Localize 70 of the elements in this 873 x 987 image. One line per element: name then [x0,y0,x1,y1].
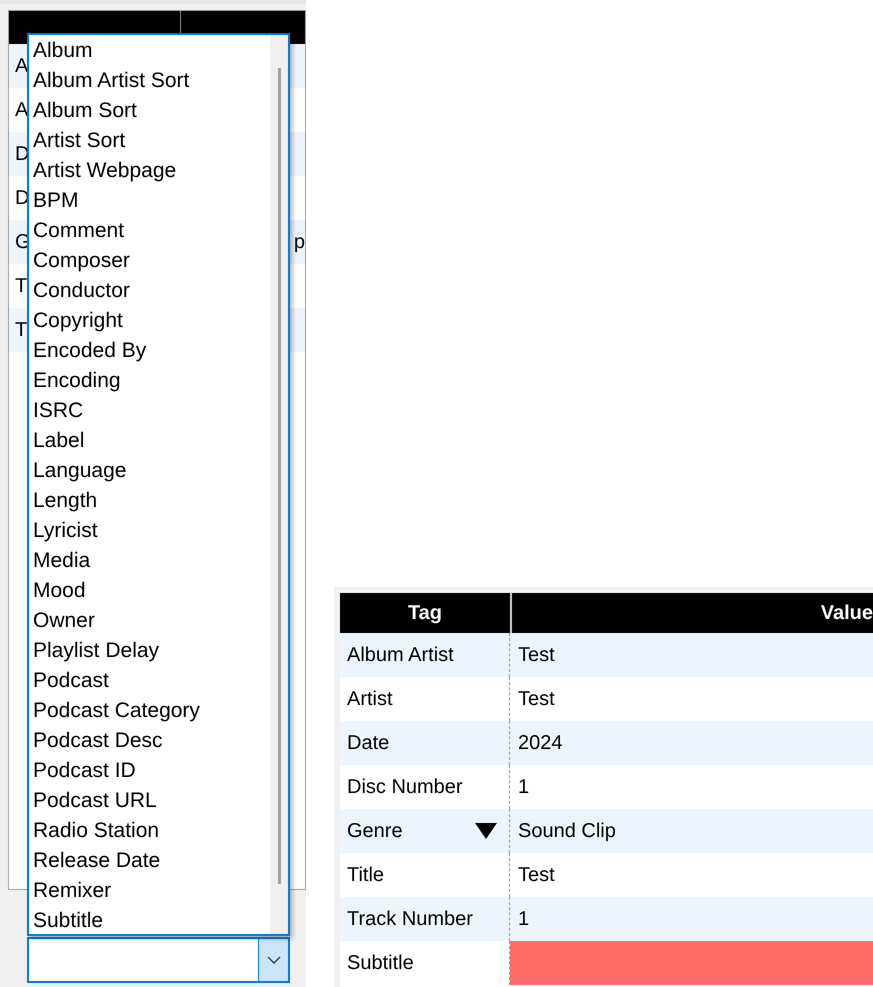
dropdown-option[interactable]: Playlist Delay [29,636,270,666]
dropdown-option[interactable]: ISRC [29,396,270,426]
dropdown-option[interactable]: Composer [29,246,270,276]
value-cell[interactable]: Test [510,677,873,721]
table-cell-text: A [14,54,29,79]
value-cell[interactable]: Sound Clip [510,809,873,853]
dropdown-option[interactable]: Podcast [29,666,270,696]
column-header: Value [820,601,873,626]
dropdown-option[interactable]: Radio Station [29,816,270,846]
table-cell-text: p [294,230,305,255]
table-cell-text: Album Artist [347,643,454,668]
value-cell[interactable]: 1 [510,765,873,809]
value-cell[interactable]: Test [510,853,873,897]
table-cell-text: Test [518,643,555,668]
dropdown-option[interactable]: Conductor [29,276,270,306]
dropdown-option[interactable]: Artist Webpage [29,156,270,186]
dropdown-option[interactable]: Mood [29,576,270,606]
dropdown-option[interactable]: Copyright [29,306,270,336]
dropdown-option[interactable]: Podcast ID [29,756,270,786]
dropdown-option[interactable]: Podcast URL [29,786,270,816]
table-cell-text: Track Number [347,907,473,932]
chevron-down-icon [266,956,280,964]
dropdown-option[interactable]: Album Sort [29,96,270,126]
table-cell-text: Subtitle [347,951,414,976]
table-cell-text: T [14,318,28,343]
tag-combobox[interactable] [27,937,290,983]
table-cell-text: Disc Number [347,775,463,800]
dropdown-option[interactable]: Encoding [29,366,270,396]
dropdown-option[interactable]: Encoded By [29,336,270,366]
dropdown-option[interactable]: Release Date [29,846,270,876]
table-cell-text: Sound Clip [518,819,616,844]
dropdown-triangle-icon[interactable] [475,823,497,839]
scrollbar-thumb[interactable] [278,68,280,884]
table-cell-text: Date [347,731,390,756]
table-cell-text: T [14,274,28,299]
dropdown-option[interactable]: Label [29,426,270,456]
dropdown-option[interactable]: Artist Sort [29,126,270,156]
table-cell-text: Artist [347,687,393,712]
table-cell-text: Title [347,863,384,888]
dropdown-option[interactable]: Length [29,486,270,516]
dropdown-option[interactable]: Remixer [29,876,270,906]
dropdown-option[interactable]: Podcast Desc [29,726,270,756]
table-row[interactable]: Track Number 1 [340,897,873,941]
value-cell[interactable]: Test [510,633,873,677]
value-cell[interactable]: 1 [510,897,873,941]
table-cell-text: 1 [518,907,530,932]
combobox-button[interactable] [258,939,288,981]
dropdown-option[interactable]: BPM [29,186,270,216]
dropdown-option[interactable]: Owner [29,606,270,636]
dropdown-option[interactable]: Lyricist [29,516,270,546]
column-header: Tag [406,601,444,626]
table-cell-text: 2024 [518,731,562,756]
value-cell[interactable]: 2024 [510,721,873,765]
dropdown-option[interactable]: Album [29,36,270,66]
error-value-cell[interactable] [510,941,873,985]
dropdown-option[interactable]: Subtitle [29,906,270,936]
dropdown-option[interactable]: Language [29,456,270,486]
table-row[interactable]: Date 2024 [340,721,873,765]
table-cell-text: Test [518,687,555,712]
table-row[interactable]: Album Artist Test [340,633,873,677]
table-row[interactable]: Genre Sound Clip [340,809,873,853]
table-cell-text: 1 [518,775,530,800]
dropdown-option[interactable]: Album Artist Sort [29,66,270,96]
scrollbar[interactable] [270,35,288,934]
dropdown-option[interactable]: Media [29,546,270,576]
table-cell-text: A [14,98,29,123]
dropdown-option[interactable]: Podcast Category [29,696,270,726]
table-cell-text: Genre [347,819,403,844]
dropdown-option[interactable]: Comment [29,216,270,246]
table-cell-text: Test [518,863,555,888]
